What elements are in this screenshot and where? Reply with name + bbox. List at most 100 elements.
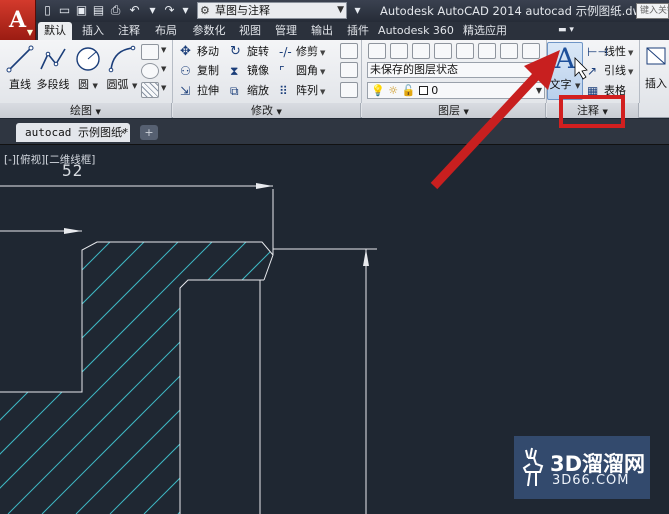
ribbon-minimize-icon[interactable]: ▬ ▾	[558, 25, 582, 37]
fillet-icon: ⌜	[279, 64, 285, 78]
tab-plugins[interactable]: 插件	[342, 22, 374, 40]
layer-off-icon[interactable]	[478, 43, 496, 59]
new-tab-button[interactable]: +	[140, 125, 158, 140]
new-file-icon[interactable]: ▯	[40, 3, 55, 18]
trim-icon: -/-	[279, 45, 292, 59]
layer-match-icon[interactable]	[522, 43, 540, 59]
ellipse-icon[interactable]	[141, 63, 159, 79]
sun-icon: ☼	[388, 84, 399, 97]
redo-dropdown-icon[interactable]: ▾	[178, 3, 193, 18]
insert-block-icon	[646, 47, 666, 65]
hatch-line	[0, 242, 38, 514]
array-button[interactable]: ⠿ 阵列 ▼	[279, 82, 325, 100]
fillet-button[interactable]: ⌜ 圆角 ▼	[279, 62, 325, 80]
tab-featured-apps[interactable]: 精选应用	[456, 22, 514, 40]
ribbon-tabs: 默认 插入 注释 布局 参数化 视图 管理 输出 插件 Autodesk 360…	[36, 22, 669, 40]
save-as-icon[interactable]: ▤	[91, 3, 106, 18]
undo-dropdown-icon[interactable]: ▾	[145, 3, 160, 18]
leader-button[interactable]: ↗ 引线 ▼	[587, 62, 633, 80]
draw-panel-footer[interactable]: 绘图 ▼	[0, 103, 172, 118]
workspace-select[interactable]: ⚙ 草图与注释 ▼	[197, 2, 347, 19]
modify-panel-footer[interactable]: 修改 ▼	[173, 103, 361, 118]
tab-output[interactable]: 输出	[306, 22, 338, 40]
chevron-down-icon: ▼	[161, 84, 167, 92]
workspace-value: 草图与注释	[215, 4, 270, 17]
layer-freeze-icon[interactable]	[456, 43, 474, 59]
tab-view[interactable]: 视图	[234, 22, 266, 40]
text-icon: A	[554, 42, 576, 75]
tab-default[interactable]: 默认	[38, 22, 72, 40]
hatch-icon[interactable]	[141, 82, 159, 98]
customize-quick-access-icon[interactable]: ▾	[350, 3, 365, 18]
layer-isolate-icon[interactable]	[412, 43, 430, 59]
tab-autodesk-360[interactable]: Autodesk 360	[378, 22, 454, 40]
mirror-icon: ⧗	[230, 64, 239, 78]
hatch-line	[0, 242, 174, 514]
linear-dimension-button[interactable]: ⊢⊣ 线性 ▼	[587, 43, 633, 61]
explode-icon[interactable]	[340, 62, 358, 78]
panel-divider	[639, 40, 640, 103]
move-button[interactable]: ✥ 移动	[180, 43, 219, 61]
layer-state-icon[interactable]	[390, 43, 408, 59]
layer-unisolate-icon[interactable]	[434, 43, 452, 59]
layer-state-value: 未保存的图层状态	[370, 63, 458, 76]
dimension-arrow	[64, 228, 82, 234]
layer-lock-icon[interactable]	[500, 43, 518, 59]
hatch-line	[0, 242, 4, 514]
close-icon[interactable]: ×	[120, 123, 126, 142]
watermark: 3D溜溜网 3D66.COM	[514, 436, 650, 499]
rotate-button[interactable]: ↻ 旋转	[230, 43, 269, 61]
mirror-button[interactable]: ⧗ 镜像	[230, 62, 269, 80]
arc-label: 圆弧 ▼	[106, 78, 138, 91]
insert-block-button[interactable]: 插入	[641, 42, 669, 100]
redo-icon[interactable]: ↷	[162, 3, 177, 18]
polyline-icon	[40, 48, 66, 70]
text-label: 文字 ▼	[549, 78, 581, 91]
hatch-line	[654, 145, 669, 514]
hatch-line	[0, 242, 72, 514]
erase-icon[interactable]	[340, 43, 358, 59]
app-logo: A	[8, 7, 27, 33]
save-icon[interactable]: ▣	[74, 3, 89, 18]
layers-panel-footer[interactable]: 图层 ▼	[362, 103, 546, 118]
hatch-line	[143, 242, 273, 514]
lightbulb-icon: 💡	[371, 84, 385, 97]
layer-select[interactable]: 💡 ☼ 🔓 0 ▼	[367, 82, 545, 99]
offset-icon[interactable]	[340, 82, 358, 98]
open-file-icon[interactable]: ▭	[57, 3, 72, 18]
document-tab[interactable]: autocad 示例图纸* ×	[16, 123, 130, 142]
line-icon	[6, 45, 34, 73]
hatch-line	[0, 242, 140, 514]
document-tab-label: autocad 示例图纸*	[25, 126, 129, 139]
polyline-button[interactable]: 多段线	[34, 42, 72, 100]
trim-button[interactable]: -/- 修剪 ▼	[279, 43, 325, 61]
undo-icon[interactable]: ↶	[127, 3, 142, 18]
print-icon[interactable]: ⎙	[108, 3, 123, 18]
tab-insert[interactable]: 插入	[76, 22, 110, 40]
application-menu-button[interactable]: A ▼	[0, 0, 36, 40]
search-input[interactable]: 键入关键字	[636, 3, 669, 19]
chevron-down-icon: ▼	[535, 65, 542, 74]
layer-properties-icon[interactable]	[368, 43, 386, 59]
text-button[interactable]: A 文字 ▼	[547, 42, 583, 100]
tab-parametric[interactable]: 参数化	[186, 22, 232, 40]
circle-button[interactable]: 圆 ▼	[70, 42, 106, 100]
copy-button[interactable]: ⚇ 复制	[180, 62, 219, 80]
copy-icon: ⚇	[180, 64, 191, 78]
line-button[interactable]: 直线	[2, 42, 38, 100]
insert-label: 插入	[645, 77, 667, 90]
layer-state-select[interactable]: 未保存的图层状态 ▼	[367, 62, 545, 78]
arc-button[interactable]: 圆弧 ▼	[104, 42, 140, 100]
stretch-icon: ⇲	[180, 84, 191, 98]
window-title: Autodesk AutoCAD 2014 autocad 示例图纸.dwg	[380, 4, 650, 18]
scale-button[interactable]: ⧉ 缩放	[230, 82, 269, 100]
rectangle-icon[interactable]	[141, 44, 159, 60]
line-label: 直线	[9, 78, 31, 91]
linear-dimension-icon: ⊢⊣	[587, 45, 608, 59]
tab-annotate[interactable]: 注释	[112, 22, 146, 40]
current-layer-value: 0	[431, 84, 439, 97]
chevron-down-icon: ▼	[535, 86, 542, 95]
stretch-button[interactable]: ⇲ 拉伸	[180, 82, 219, 100]
tab-layout[interactable]: 布局	[149, 22, 183, 40]
tab-manage[interactable]: 管理	[270, 22, 302, 40]
